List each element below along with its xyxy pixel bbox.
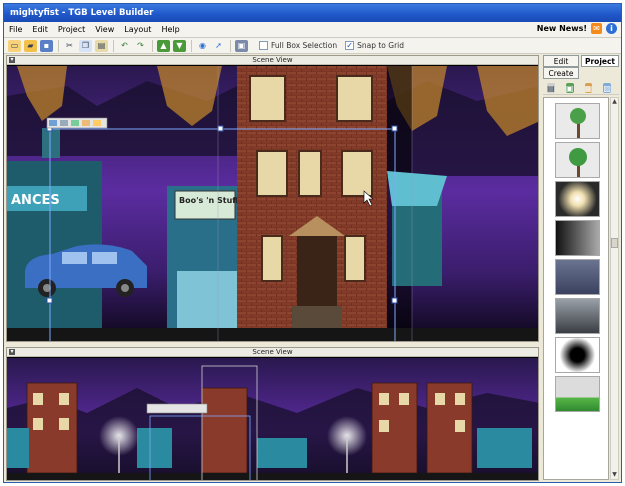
save-icon[interactable]: ▪ — [40, 39, 53, 52]
scroll-down-icon[interactable]: ▼ — [611, 471, 618, 479]
panel-tabs: Edit Project Create — [543, 55, 619, 79]
asset-thumb-black-circle[interactable] — [555, 337, 600, 373]
window-title: mightyfist - TGB Level Builder — [10, 8, 154, 18]
scene-view-overview[interactable]: ▾ Scene View — [6, 347, 539, 481]
export-icon[interactable]: ▼ — [173, 39, 186, 52]
toolbar-separator — [230, 39, 231, 52]
tab-project[interactable]: Project — [581, 55, 619, 67]
asset-thumb-mist[interactable] — [555, 298, 600, 334]
news-area: New News! ✉ i — [537, 23, 617, 34]
toolbar-separator — [191, 39, 192, 52]
tree-icon — [570, 108, 586, 138]
new-icon[interactable]: ▭ — [8, 39, 21, 52]
level-scene-art: ANCES Boo's 'n Stuff — [7, 66, 538, 341]
toolbar-separator — [152, 39, 153, 52]
asset-thumb-grass[interactable] — [555, 376, 600, 412]
tab-edit[interactable]: Edit — [543, 55, 579, 67]
asset-library-icon[interactable]: ▨ — [603, 82, 611, 93]
scene-view-title: Scene View — [252, 348, 293, 356]
pin-icon[interactable]: ▾ — [9, 57, 15, 63]
paste-icon[interactable]: ▤ — [95, 39, 108, 52]
full-box-selection-label: Full Box Selection — [271, 41, 338, 50]
snap-to-grid-box[interactable]: ✓ — [345, 41, 355, 50]
copy-icon[interactable]: ❐ — [79, 39, 92, 52]
scene-view-title: Scene View — [252, 56, 293, 64]
scene-canvas[interactable] — [7, 358, 538, 480]
tab-create[interactable]: Create — [543, 67, 579, 79]
scene-view-main[interactable]: ▾ Scene View ANCES Boo's 'n Stuff — [6, 55, 539, 342]
pin-icon[interactable]: ▾ — [9, 349, 15, 355]
scroll-up-icon[interactable]: ▲ — [611, 98, 618, 106]
select-icon[interactable]: ➚ — [212, 40, 225, 52]
asset-panel: Edit Project Create ▤ ▣ ▦ ▨ ▲ ▼ — [541, 55, 621, 482]
new-news-link[interactable]: New News! — [537, 24, 587, 33]
tree-icon — [569, 148, 587, 177]
asset-toolbar: ▤ ▣ ▦ ▨ — [543, 81, 619, 95]
toolbar-separator — [58, 39, 59, 52]
snap-to-grid-label: Snap to Grid — [357, 41, 405, 50]
news-icon[interactable]: ✉ — [591, 23, 602, 34]
asset-thumb-gradient[interactable] — [555, 220, 600, 256]
scroll-thumb[interactable] — [611, 238, 618, 248]
cut-icon[interactable]: ✂ — [63, 40, 76, 52]
camera-icon[interactable]: ▣ — [235, 39, 248, 52]
snap-to-grid-checkbox[interactable]: ✓ Snap to Grid — [345, 41, 404, 50]
asset-list[interactable] — [543, 97, 609, 480]
redo-icon[interactable]: ↷ — [134, 40, 147, 52]
asset-thumb-cloud[interactable] — [555, 259, 600, 295]
undo-icon[interactable]: ↶ — [118, 40, 131, 52]
play-icon[interactable]: ◉ — [196, 40, 209, 52]
asset-options-icon[interactable]: ▤ — [547, 82, 555, 93]
menu-layout[interactable]: Layout — [119, 25, 156, 34]
asset-thumb-tree[interactable] — [555, 103, 600, 139]
asset-scrollbar[interactable]: ▲ ▼ — [610, 97, 619, 480]
open-icon[interactable]: ▰ — [24, 39, 37, 52]
full-box-selection-checkbox[interactable]: Full Box Selection — [259, 41, 337, 50]
add-image-icon[interactable]: ▣ — [565, 82, 574, 93]
full-box-selection-box[interactable] — [259, 41, 268, 50]
import-icon[interactable]: ▲ — [157, 39, 170, 52]
menu-edit[interactable]: Edit — [27, 25, 53, 34]
menu-bar: File Edit Project View Layout Help New N… — [4, 22, 621, 38]
scene-canvas[interactable]: ANCES Boo's 'n Stuff — [7, 66, 538, 341]
asset-thumb-glow[interactable] — [555, 181, 600, 217]
level-overview-art — [7, 358, 538, 480]
title-bar: mightyfist - TGB Level Builder — [4, 4, 621, 22]
toolbar-separator — [113, 39, 114, 52]
shop-sign-text: Boo's 'n Stuff — [179, 196, 239, 205]
main-toolbar: ▭ ▰ ▪ ✂ ❐ ▤ ↶ ↷ ▲ ▼ ◉ ➚ ▣ Full Box Selec… — [4, 38, 621, 54]
info-icon[interactable]: i — [606, 23, 617, 34]
app-window: mightyfist - TGB Level Builder File Edit… — [3, 3, 622, 483]
menu-help[interactable]: Help — [156, 25, 184, 34]
scene-view-header: ▾ Scene View — [7, 56, 538, 65]
store-sign-text: ANCES — [11, 193, 60, 208]
menu-project[interactable]: Project — [53, 25, 90, 34]
scene-view-header: ▾ Scene View — [7, 348, 538, 357]
image-map-icon[interactable]: ▦ — [584, 82, 593, 93]
menu-file[interactable]: File — [4, 25, 27, 34]
asset-thumb-tree[interactable] — [555, 142, 600, 178]
menu-view[interactable]: View — [90, 25, 119, 34]
